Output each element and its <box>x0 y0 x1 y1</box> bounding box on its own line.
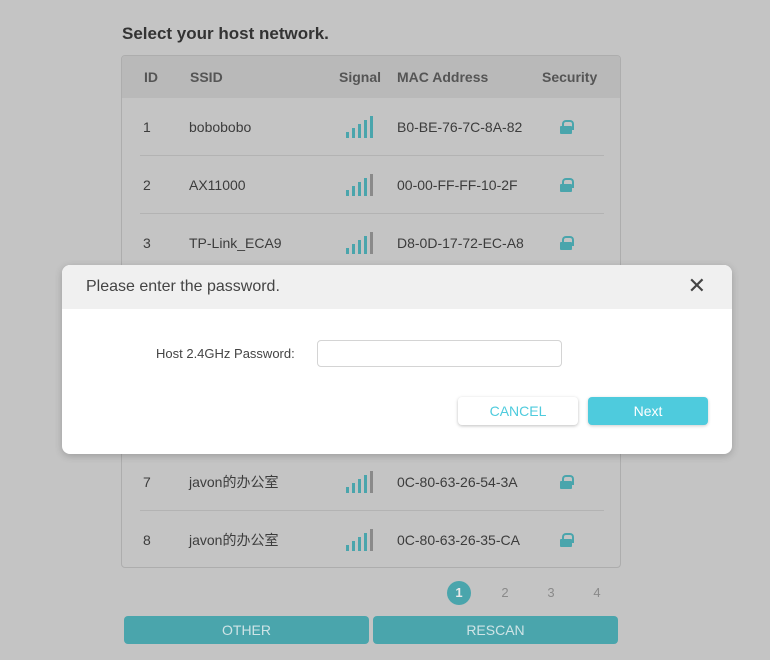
signal-bar <box>364 177 367 196</box>
signal-icon <box>346 529 373 551</box>
signal-bar <box>370 470 373 493</box>
signal-bar <box>364 474 367 493</box>
cell-mac: 00-00-FF-FF-10-2F <box>397 176 518 193</box>
signal-bar <box>346 486 349 493</box>
signal-icon <box>346 232 373 254</box>
signal-bar <box>352 541 355 551</box>
other-button[interactable]: OTHER <box>124 616 369 644</box>
page-title: Select your host network. <box>122 24 329 43</box>
cell-mac: 0C-80-63-26-54-3A <box>397 473 518 490</box>
signal-bar <box>358 478 361 493</box>
page-4[interactable]: 4 <box>585 581 609 605</box>
cell-id: 7 <box>143 473 151 490</box>
page-1[interactable]: 1 <box>447 581 471 605</box>
cell-ssid: AX11000 <box>189 176 246 193</box>
signal-bar <box>346 131 349 138</box>
signal-bar <box>364 533 367 551</box>
signal-bar <box>358 123 361 138</box>
next-button[interactable]: Next <box>588 397 708 425</box>
signal-bar <box>358 181 361 196</box>
cell-id: 2 <box>143 176 151 193</box>
signal-bar <box>352 127 355 138</box>
password-label: Host 2.4GHz Password: <box>156 346 295 361</box>
cell-ssid: javon的办公室 <box>189 473 279 490</box>
cancel-button[interactable]: CANCEL <box>458 397 578 425</box>
cell-mac: B0-BE-76-7C-8A-82 <box>397 118 523 135</box>
signal-bar <box>346 248 349 254</box>
close-icon[interactable]: ✕ <box>688 275 706 297</box>
password-dialog: Please enter the password. ✕ Host 2.4GHz… <box>62 265 732 454</box>
table-header: ID SSID Signal MAC Address Security <box>122 56 620 98</box>
dialog-header: Please enter the password. ✕ <box>62 265 732 309</box>
lock-icon <box>560 236 574 250</box>
signal-bar <box>352 185 355 196</box>
cell-ssid: bobobobo <box>189 118 252 135</box>
dialog-title: Please enter the password. <box>86 278 280 295</box>
signal-bar <box>352 244 355 254</box>
page-3[interactable]: 3 <box>539 581 563 605</box>
cell-ssid: javon的办公室 <box>189 532 279 548</box>
signal-bar <box>364 119 367 138</box>
signal-bar <box>370 115 373 138</box>
signal-icon <box>346 115 373 138</box>
signal-bar <box>346 189 349 196</box>
table-row[interactable]: 8 javon的办公室 0C-80-63-26-35-CA <box>140 511 604 567</box>
table-row[interactable]: 1 bobobobo B0-BE-76-7C-8A-82 <box>140 98 604 156</box>
header-ssid: SSID <box>190 69 223 85</box>
page-2[interactable]: 2 <box>493 581 517 605</box>
table-row[interactable]: 3 TP-Link_ECA9 D8-0D-17-72-EC-A8 <box>140 214 604 272</box>
rescan-button[interactable]: RESCAN <box>373 616 618 644</box>
password-input[interactable] <box>317 340 562 367</box>
signal-bar <box>364 236 367 254</box>
lock-icon <box>560 177 574 192</box>
header-id: ID <box>144 69 158 85</box>
cell-mac: D8-0D-17-72-EC-A8 <box>397 235 524 251</box>
cell-id: 3 <box>143 235 151 251</box>
signal-bar <box>358 537 361 551</box>
lock-icon <box>560 474 574 489</box>
signal-bar <box>352 482 355 493</box>
signal-bar <box>370 529 373 551</box>
signal-bar <box>358 240 361 254</box>
signal-bar <box>370 173 373 196</box>
signal-bar <box>370 232 373 254</box>
signal-icon <box>346 470 373 493</box>
signal-bar <box>346 545 349 551</box>
lock-icon <box>560 533 574 547</box>
header-signal: Signal <box>339 69 382 85</box>
cell-id: 8 <box>143 532 151 548</box>
table-row[interactable]: 7 javon的办公室 0C-80-63-26-54-3A <box>140 453 604 511</box>
header-security: Security <box>542 69 598 85</box>
table-row[interactable]: 2 AX11000 00-00-FF-FF-10-2F <box>140 156 604 214</box>
cell-ssid: TP-Link_ECA9 <box>189 235 282 251</box>
cell-id: 1 <box>143 118 151 135</box>
cell-mac: 0C-80-63-26-35-CA <box>397 532 520 548</box>
signal-icon <box>346 173 373 196</box>
lock-icon <box>560 119 574 134</box>
header-mac: MAC Address <box>397 69 489 85</box>
